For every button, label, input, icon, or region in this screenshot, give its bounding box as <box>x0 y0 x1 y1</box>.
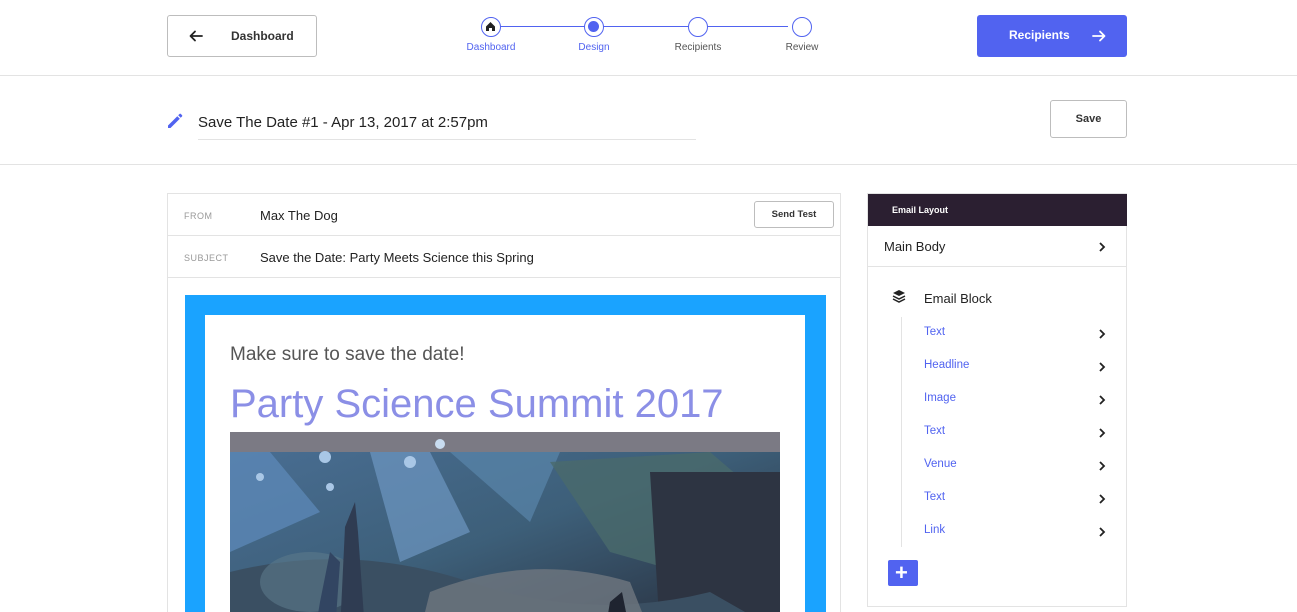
active-step-dot <box>588 21 599 32</box>
email-headline[interactable]: Party Science Summit 2017 <box>230 382 724 427</box>
step-label: Dashboard <box>466 42 516 53</box>
step-design[interactable]: Design <box>549 10 639 53</box>
block-item-label: Image <box>924 392 956 404</box>
back-to-dashboard-button[interactable]: Dashboard <box>167 15 317 57</box>
step-circle <box>688 17 708 37</box>
step-label: Review <box>785 42 819 53</box>
sidebar-header: Email Layout <box>868 194 1127 226</box>
arrow-left-icon <box>189 30 203 42</box>
step-circle <box>792 17 812 37</box>
step-circle <box>584 17 604 37</box>
block-item-label: Link <box>924 524 946 536</box>
chevron-right-icon <box>1099 362 1106 372</box>
email-pre-headline[interactable]: Make sure to save the date! <box>230 344 464 366</box>
campaign-title-input[interactable] <box>198 106 696 140</box>
top-bar: Dashboard Dashboard Design Recipients Re… <box>0 0 1297 76</box>
block-item-text[interactable]: Text <box>868 421 1127 443</box>
hero-image[interactable] <box>230 432 780 612</box>
step-review[interactable]: Review <box>757 10 847 53</box>
from-value[interactable]: Max The Dog <box>260 208 338 223</box>
step-recipients[interactable]: Recipients <box>653 10 743 53</box>
plus-icon: + <box>895 560 908 585</box>
subject-label: SUBJECT <box>184 253 229 263</box>
campaign-title-row: Save <box>0 76 1297 165</box>
sidebar-header-title: Email Layout <box>892 205 949 215</box>
chevron-right-icon <box>1099 428 1106 438</box>
main-body-item[interactable]: Main Body <box>868 226 1127 267</box>
layers-icon <box>892 290 906 303</box>
email-body-frame: Make sure to save the date! Party Scienc… <box>185 295 826 612</box>
home-icon <box>486 22 495 31</box>
chevron-right-icon <box>1099 329 1106 339</box>
email-block-item[interactable]: Email Block <box>868 286 1127 312</box>
block-item-label: Text <box>924 425 946 437</box>
block-item-text[interactable]: Text <box>868 487 1127 509</box>
pencil-icon[interactable] <box>166 112 184 130</box>
progress-stepper: Dashboard Design Recipients Review <box>450 10 850 60</box>
block-item-label: Text <box>924 491 946 503</box>
block-item-label: Headline <box>924 359 970 371</box>
email-content[interactable]: Make sure to save the date! Party Scienc… <box>205 315 805 612</box>
email-layout-sidebar: Email Layout Main Body Email Block Text … <box>867 193 1127 607</box>
block-item-image[interactable]: Image <box>868 388 1127 410</box>
email-preview-panel: FROM Max The Dog Send Test SUBJECT Save … <box>167 193 841 612</box>
save-button[interactable]: Save <box>1050 100 1127 138</box>
step-label: Recipients <box>674 42 722 53</box>
main-body-label: Main Body <box>884 239 946 254</box>
email-block-label: Email Block <box>924 291 992 306</box>
send-test-button[interactable]: Send Test <box>754 201 834 228</box>
stepper-line <box>500 26 788 27</box>
block-item-headline[interactable]: Headline <box>868 355 1127 377</box>
next-recipients-button[interactable]: Recipients <box>977 15 1127 57</box>
subject-row: SUBJECT Save the Date: Party Meets Scien… <box>168 236 840 278</box>
from-row: FROM Max The Dog Send Test <box>168 194 840 236</box>
arrow-right-icon <box>1092 30 1106 42</box>
chevron-right-icon <box>1099 395 1106 405</box>
chevron-right-icon <box>1099 527 1106 537</box>
block-item-label: Text <box>924 326 946 338</box>
next-button-label: Recipients <box>1009 28 1070 42</box>
step-label: Design <box>578 42 610 53</box>
add-block-button[interactable]: + <box>888 560 918 586</box>
chevron-right-icon <box>1099 494 1106 504</box>
step-circle <box>481 17 501 37</box>
block-item-link[interactable]: Link <box>868 520 1127 542</box>
block-item-venue[interactable]: Venue <box>868 454 1127 476</box>
chevron-right-icon <box>1099 242 1106 252</box>
chevron-right-icon <box>1099 461 1106 471</box>
subject-value[interactable]: Save the Date: Party Meets Science this … <box>260 250 534 265</box>
step-dashboard[interactable]: Dashboard <box>446 10 536 53</box>
back-button-label: Dashboard <box>231 29 294 43</box>
block-item-label: Venue <box>924 458 957 470</box>
block-item-text[interactable]: Text <box>868 322 1127 344</box>
concert-crowd-image <box>230 432 780 612</box>
from-label: FROM <box>184 211 213 221</box>
